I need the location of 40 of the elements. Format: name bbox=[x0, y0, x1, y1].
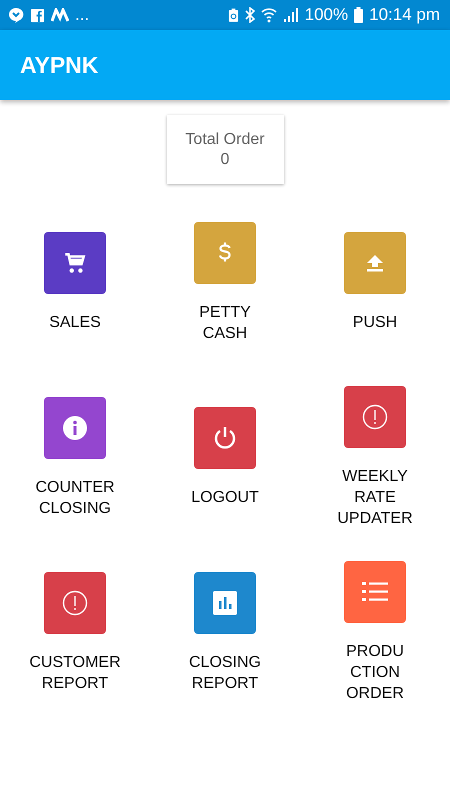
menu-tile[interactable] bbox=[344, 561, 406, 623]
info-icon bbox=[62, 414, 88, 440]
power-icon bbox=[212, 425, 238, 451]
menu-tile[interactable] bbox=[194, 222, 256, 284]
facebook-icon bbox=[30, 8, 45, 22]
numbered-list-icon bbox=[362, 581, 388, 603]
tile-label: CUSTOMER REPORT bbox=[29, 652, 121, 694]
dollar-icon bbox=[218, 240, 232, 264]
tile-label: CLOSING REPORT bbox=[188, 652, 261, 694]
tile-label: PETTY CASH bbox=[199, 302, 251, 344]
bluetooth-icon bbox=[244, 7, 255, 23]
menu-tile[interactable] bbox=[344, 386, 406, 448]
wifi-icon bbox=[260, 7, 277, 23]
alert-icon bbox=[62, 590, 88, 616]
app-title: AYPNK bbox=[20, 52, 98, 78]
upload-icon bbox=[365, 253, 385, 273]
signal-icon bbox=[282, 7, 299, 23]
alert-icon bbox=[362, 404, 388, 430]
menu-tile[interactable] bbox=[194, 407, 256, 469]
more-notifications-text: ... bbox=[75, 5, 90, 25]
menu-tile[interactable] bbox=[344, 232, 406, 294]
m-logo-icon bbox=[51, 8, 69, 22]
tile-label: LOGOUT bbox=[191, 488, 259, 508]
clock: 10:14 pm bbox=[369, 5, 440, 25]
total-order-value: 0 bbox=[220, 150, 230, 170]
menu-tile[interactable] bbox=[44, 572, 106, 634]
tile-label: PRODU CTION ORDER bbox=[346, 642, 404, 704]
tile-label: SALES bbox=[49, 313, 101, 333]
tile-label: PUSH bbox=[352, 313, 398, 333]
chat-icon bbox=[8, 7, 24, 23]
tile-label: WEEKLY RATE UPDATER bbox=[337, 467, 413, 529]
menu-tile[interactable] bbox=[44, 232, 106, 294]
battery-icon bbox=[354, 7, 364, 23]
battery-percent: 100% bbox=[304, 5, 348, 25]
tile-label: COUNTER CLOSING bbox=[35, 478, 115, 518]
menu-tile[interactable] bbox=[44, 396, 106, 458]
menu-tile[interactable] bbox=[194, 572, 256, 634]
battery-saver-icon bbox=[228, 8, 239, 22]
bar-chart-icon bbox=[213, 590, 237, 614]
total-order-label: Total Order bbox=[185, 130, 265, 150]
